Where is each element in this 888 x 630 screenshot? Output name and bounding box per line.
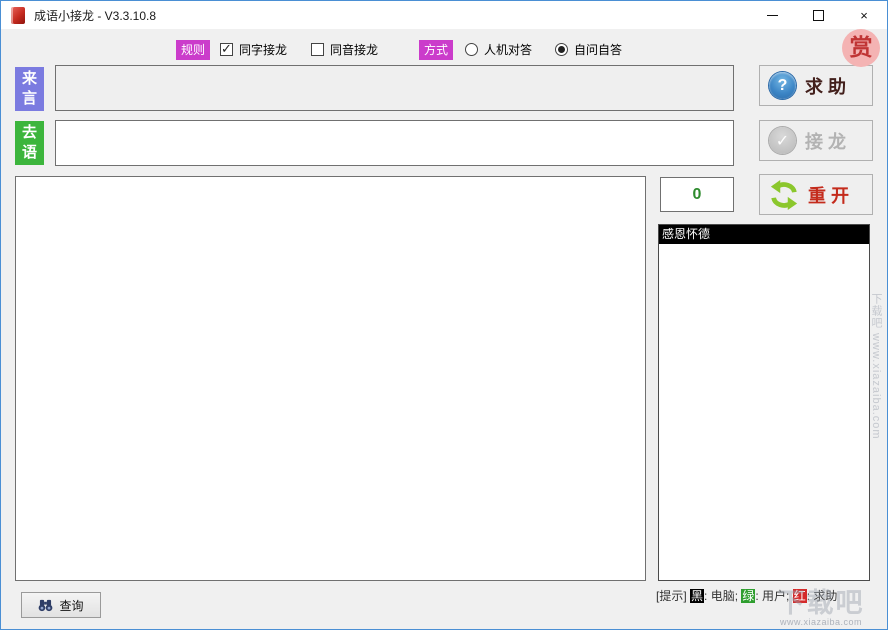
same-char-checkbox[interactable] bbox=[220, 43, 233, 56]
chain-button-label: 接 龙 bbox=[805, 128, 846, 154]
red-chip: 红 bbox=[793, 589, 807, 603]
restart-button[interactable]: 重 开 bbox=[759, 174, 873, 215]
same-sound-checkbox[interactable] bbox=[311, 43, 324, 56]
maximize-button[interactable] bbox=[795, 1, 841, 29]
status-legend: [提示] 黑: 电脑; 绿: 用户; 红: 求助 bbox=[656, 588, 837, 604]
self-qa-label[interactable]: 自问自答 bbox=[574, 44, 622, 57]
window-title: 成语小接龙 - V3.3.10.8 bbox=[34, 7, 156, 24]
binoculars-icon bbox=[38, 599, 53, 612]
incoming-input[interactable] bbox=[55, 65, 734, 111]
word-listbox[interactable]: 感恩怀德 bbox=[658, 224, 870, 581]
recycle-icon bbox=[769, 180, 799, 210]
self-qa-radio[interactable] bbox=[555, 43, 568, 56]
check-icon: ✓ bbox=[769, 127, 796, 154]
help-button-label: 求 助 bbox=[805, 73, 846, 99]
query-button-label: 查询 bbox=[59, 597, 83, 614]
question-icon: ? bbox=[769, 72, 796, 99]
outgoing-label: 去语 bbox=[15, 121, 44, 165]
chain-button[interactable]: ✓ 接 龙 bbox=[759, 120, 873, 161]
maximize-icon bbox=[813, 10, 824, 21]
reward-stamp-icon: 赏 bbox=[842, 29, 880, 67]
mode-tag: 方式 bbox=[419, 40, 453, 60]
app-icon bbox=[11, 7, 25, 24]
human-machine-radio[interactable] bbox=[465, 43, 478, 56]
minimize-button[interactable] bbox=[749, 1, 795, 29]
outgoing-input[interactable] bbox=[55, 120, 734, 166]
close-button[interactable]: × bbox=[841, 1, 887, 29]
help-button[interactable]: ? 求 助 bbox=[759, 65, 873, 106]
rule-tag: 规则 bbox=[176, 40, 210, 60]
query-button[interactable]: 查询 bbox=[21, 592, 101, 618]
chain-counter: 0 bbox=[660, 177, 734, 212]
history-textarea[interactable] bbox=[15, 176, 646, 581]
green-chip: 绿 bbox=[741, 589, 755, 603]
same-sound-label[interactable]: 同音接龙 bbox=[330, 44, 378, 57]
list-item[interactable]: 感恩怀德 bbox=[659, 225, 869, 244]
same-char-label[interactable]: 同字接龙 bbox=[239, 44, 287, 57]
incoming-label: 来言 bbox=[15, 67, 44, 111]
titlebar: 成语小接龙 - V3.3.10.8 × bbox=[1, 1, 887, 29]
app-window: 成语小接龙 - V3.3.10.8 × 规则 同字接龙 同音接龙 方式 人机对答… bbox=[0, 0, 888, 630]
human-machine-label[interactable]: 人机对答 bbox=[484, 44, 532, 57]
restart-button-label: 重 开 bbox=[808, 182, 849, 208]
watermark-side: 下载吧 www.xiazaiba.com bbox=[868, 293, 884, 440]
minimize-icon bbox=[767, 15, 778, 16]
black-chip: 黑 bbox=[690, 589, 704, 603]
